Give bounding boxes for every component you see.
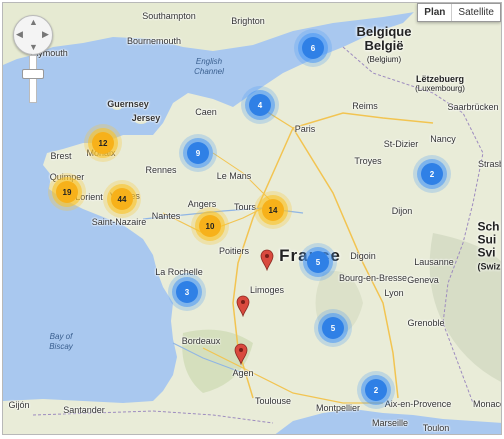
switzerland-line1: Sch <box>477 219 500 234</box>
country-switzerland: Sch Sui Svi (Swiz <box>477 219 501 274</box>
city-geneva: Geneva <box>407 275 439 285</box>
city-agen: Agen <box>232 368 254 378</box>
cluster-marker[interactable]: 19 <box>56 181 78 203</box>
switzerland-line4: (Swiz <box>477 261 501 272</box>
map[interactable]: Southampton Brighton Bournemouth Plymout… <box>2 2 502 435</box>
city-lorient: Lorient <box>75 192 103 202</box>
city-digoin: Digoin <box>350 251 376 261</box>
city-nancy: Nancy <box>430 134 456 144</box>
cluster-marker[interactable]: 12 <box>92 132 114 154</box>
sea-english-channel: English Channel <box>194 57 224 76</box>
city-angers: Angers <box>187 199 217 209</box>
pan-down-icon[interactable]: ▼ <box>29 42 38 52</box>
city-larochelle: La Rochelle <box>155 267 203 277</box>
city-limoges: Limoges <box>249 285 285 295</box>
city-montpellier: Montpellier <box>315 403 361 413</box>
city-guernsey: Guernsey <box>107 99 149 109</box>
pin-marker-icon[interactable] <box>234 343 248 365</box>
cluster-marker[interactable]: 4 <box>249 94 271 116</box>
satellite-button[interactable]: Satellite <box>452 4 500 21</box>
cluster-marker[interactable]: 14 <box>262 199 284 221</box>
belgium-line3: (Belgium) <box>366 55 402 64</box>
luxembourg-line1: Lëtzebuerg <box>415 74 464 84</box>
city-jersey: Jersey <box>131 113 161 123</box>
cluster-marker[interactable]: 9 <box>187 142 209 164</box>
pan-right-icon[interactable]: ▶ <box>42 29 49 40</box>
city-santander: Santander <box>63 405 105 415</box>
city-paris: Paris <box>294 124 316 134</box>
city-nantes: Nantes <box>151 211 181 221</box>
city-bordeaux: Bordeaux <box>181 336 221 346</box>
city-stdizier: St-Dizier <box>383 139 419 149</box>
pin-marker-icon[interactable] <box>236 295 250 317</box>
city-stnazaire: Saint-Nazaire <box>91 217 147 227</box>
pan-control[interactable]: ▲ ▼ ◀ ▶ <box>13 15 53 55</box>
city-brighton: Brighton <box>231 16 265 26</box>
city-strasbourg: Strasb <box>477 159 502 169</box>
city-lemans: Le Mans <box>216 171 252 181</box>
city-bourg: Bourg-en-Bresse <box>338 273 408 283</box>
city-lausanne: Lausanne <box>414 257 454 267</box>
pan-left-icon[interactable]: ◀ <box>16 29 23 40</box>
pin-marker-icon[interactable] <box>260 249 274 271</box>
map-type-control: Plan Satellite <box>417 3 501 22</box>
cluster-marker[interactable]: 2 <box>421 163 443 185</box>
city-brest: Brest <box>50 151 72 161</box>
city-lyon: Lyon <box>384 288 404 298</box>
city-tours: Tours <box>233 202 257 212</box>
city-marseille: Marseille <box>371 418 409 428</box>
city-troyes: Troyes <box>354 156 382 166</box>
city-toulouse: Toulouse <box>254 396 292 406</box>
country-luxembourg: Lëtzebuerg (Luxembourg) <box>415 74 465 94</box>
city-poitiers: Poitiers <box>218 246 250 256</box>
city-grenoble: Grenoble <box>407 318 445 328</box>
plan-button[interactable]: Plan <box>418 4 453 21</box>
belgium-line1: Belgique <box>356 24 412 39</box>
zoom-slider-track[interactable] <box>29 55 37 103</box>
cluster-marker[interactable]: 5 <box>307 251 329 273</box>
sea-bay-of-biscay: Bay of Biscay <box>49 332 73 351</box>
pan-up-icon[interactable]: ▲ <box>29 17 38 27</box>
city-toulon: Toulon <box>422 423 450 433</box>
belgium-line2: België <box>364 38 404 53</box>
country-monaco: Monaco <box>472 399 502 409</box>
city-rennes: Rennes <box>145 165 177 175</box>
city-aix: Aix-en-Provence <box>384 399 452 409</box>
country-belgium: Belgique België (Belgium) <box>357 25 412 67</box>
city-bournemouth: Bournemouth <box>126 36 182 46</box>
city-dijon: Dijon <box>391 206 413 216</box>
city-reims: Reims <box>352 101 378 111</box>
city-saarbrucken: Saarbrücken <box>447 102 499 112</box>
city-southampton: Southampton <box>142 11 196 21</box>
cluster-marker[interactable]: 2 <box>365 379 387 401</box>
zoom-slider-handle[interactable] <box>22 69 44 79</box>
city-caen: Caen <box>195 107 217 117</box>
cluster-marker[interactable]: 10 <box>199 215 221 237</box>
switzerland-line2: Sui <box>477 232 497 247</box>
cluster-marker[interactable]: 6 <box>302 37 324 59</box>
cluster-marker[interactable]: 44 <box>111 188 133 210</box>
luxembourg-line2: (Luxembourg) <box>415 84 465 93</box>
city-gijon: Gijón <box>8 400 30 410</box>
switzerland-line3: Svi <box>477 245 496 260</box>
cluster-marker[interactable]: 3 <box>176 281 198 303</box>
cluster-marker[interactable]: 5 <box>322 317 344 339</box>
